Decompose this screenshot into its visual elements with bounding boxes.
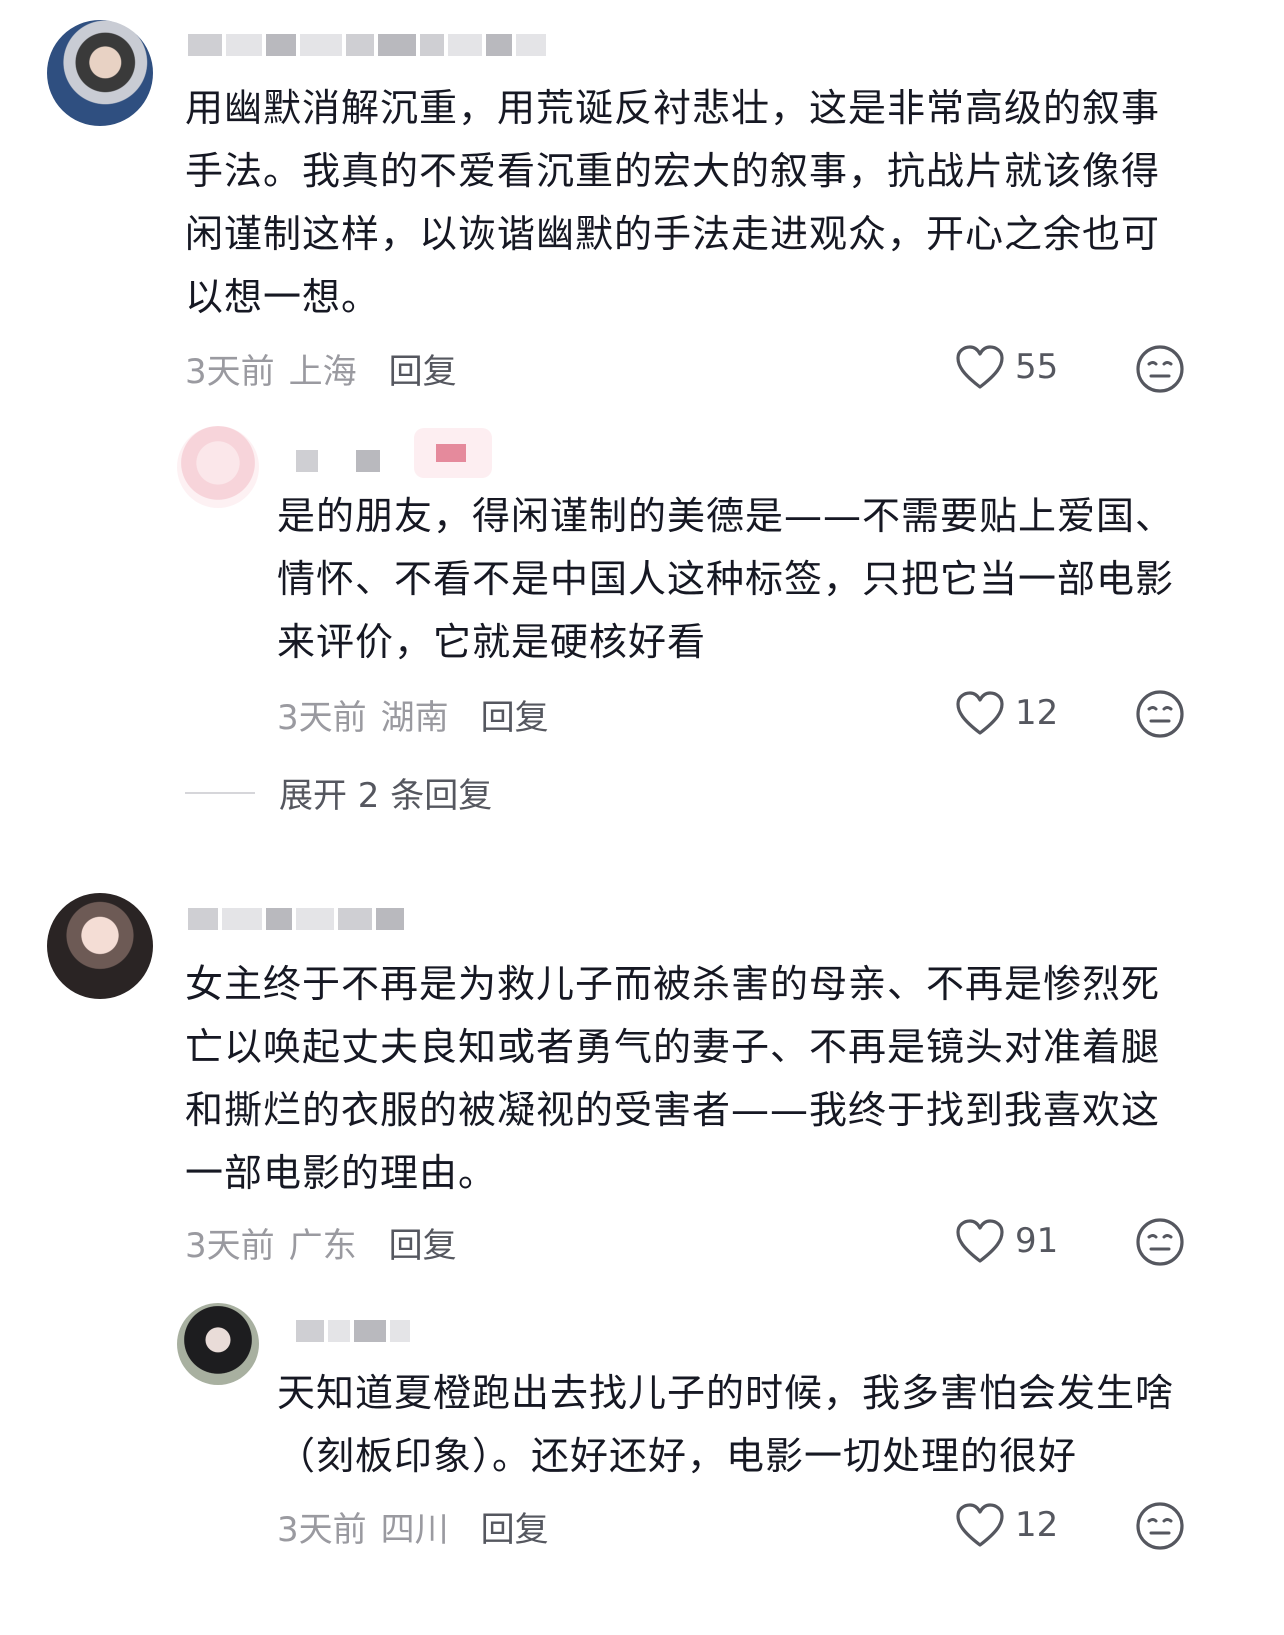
comment-text: 天知道夏橙跑出去找儿子的时候，我多害怕会发生啥（刻板印象）。还好还好，电影一切处…	[277, 1371, 1175, 1478]
comment-time: 3天前	[185, 352, 275, 392]
comment-location: 四川	[380, 1510, 449, 1550]
like-button[interactable]: 55	[955, 344, 1058, 390]
comment-location: 上海	[288, 352, 357, 392]
comment-location: 广东	[288, 1226, 357, 1266]
like-button[interactable]: 91	[955, 1218, 1058, 1264]
comment-meta: 3天前 上海 回复	[185, 344, 457, 393]
reply-button[interactable]: 回复	[389, 344, 457, 393]
reply-button[interactable]: 回复	[481, 1502, 549, 1551]
like-button[interactable]: 12	[955, 690, 1058, 736]
comment-text: 用幽默消解沉重，用荒诞反衬悲壮，这是非常高级的叙事手法。我真的不爱看沉重的宏大的…	[185, 86, 1161, 319]
comment-text: 女主终于不再是为救儿子而被杀害的母亲、不再是惨烈死亡以唤起丈夫良知或者勇气的妻子…	[185, 962, 1161, 1195]
neutral-face-icon[interactable]	[1134, 1500, 1186, 1552]
heart-outline-icon	[956, 1219, 1004, 1263]
like-count: 91	[1015, 1221, 1059, 1261]
avatar[interactable]	[177, 1303, 259, 1385]
avatar[interactable]	[177, 426, 259, 508]
username-redacted[interactable]	[296, 1320, 410, 1342]
expand-replies-button[interactable]: 展开 2 条回复	[185, 768, 492, 817]
neutral-face-icon[interactable]	[1134, 1216, 1186, 1268]
comment-text: 是的朋友，得闲谨制的美德是——不需要贴上爱国、情怀、不看不是中国人这种标签，只把…	[277, 494, 1175, 664]
user-badge-redacted	[414, 428, 492, 478]
neutral-face-icon[interactable]	[1134, 688, 1186, 740]
avatar[interactable]	[47, 893, 153, 999]
comment-meta: 3天前 湖南 回复	[277, 690, 549, 739]
comment-meta: 3天前 广东 回复	[185, 1218, 457, 1267]
neutral-face-icon[interactable]	[1134, 343, 1186, 395]
avatar[interactable]	[47, 20, 153, 126]
like-count: 12	[1015, 693, 1059, 733]
comment-time: 3天前	[185, 1226, 275, 1266]
comment-time: 3天前	[277, 1510, 367, 1550]
like-button[interactable]: 12	[955, 1502, 1058, 1548]
divider	[185, 791, 255, 794]
like-count: 55	[1015, 347, 1059, 387]
comment-meta: 3天前 四川 回复	[277, 1502, 549, 1551]
username-redacted[interactable]	[188, 34, 546, 56]
heart-outline-icon	[956, 691, 1004, 735]
comment-location: 湖南	[380, 698, 449, 738]
username-redacted[interactable]	[188, 908, 404, 930]
comment-time: 3天前	[277, 698, 367, 738]
heart-outline-icon	[956, 1503, 1004, 1547]
reply-button[interactable]: 回复	[481, 690, 549, 739]
expand-replies-label: 展开 2 条回复	[279, 776, 493, 816]
reply-button[interactable]: 回复	[389, 1218, 457, 1267]
heart-outline-icon	[956, 345, 1004, 389]
like-count: 12	[1015, 1505, 1059, 1545]
